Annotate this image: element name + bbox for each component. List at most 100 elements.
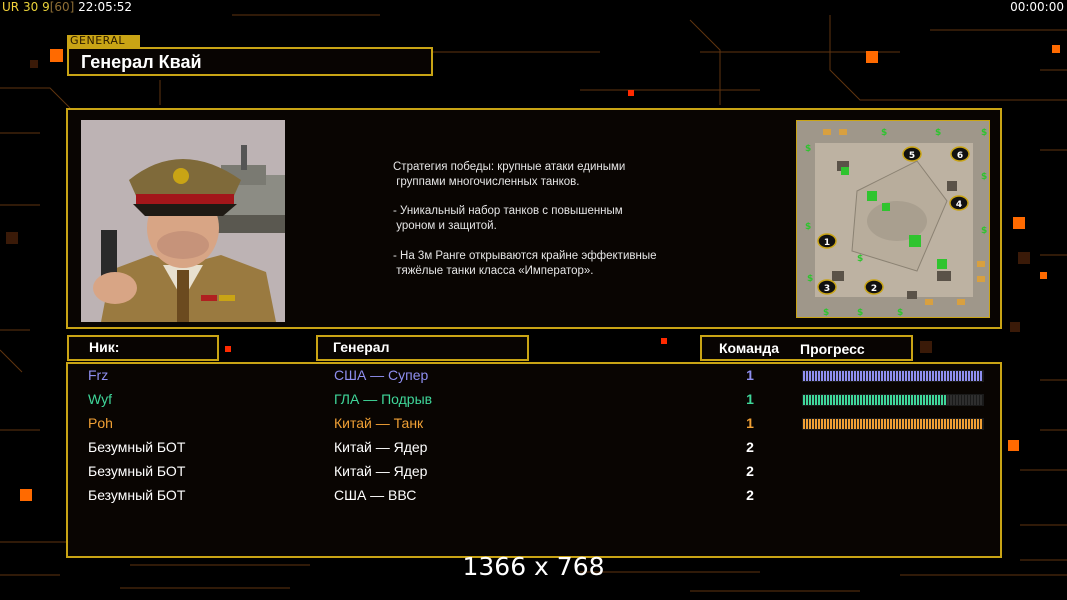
player-nick: Poh (88, 415, 113, 431)
progress-segment (941, 395, 943, 405)
general-portrait (81, 120, 285, 322)
player-row: Poh Китай — Танк 1 (68, 413, 998, 435)
progress-segment (962, 395, 964, 405)
minimap-start-2: 2 (871, 284, 877, 294)
progress-segment (953, 395, 955, 405)
progress-segment (971, 395, 973, 405)
progress-segment (890, 395, 892, 405)
general-info-panel: Стратегия победы: крупные атаки едиными … (66, 108, 1002, 329)
svg-text:$: $ (981, 172, 987, 182)
progress-segment (965, 419, 967, 429)
progress-segment (923, 371, 925, 381)
progress-segment (935, 371, 937, 381)
progress-segment (932, 395, 934, 405)
progress-segment (926, 419, 928, 429)
svg-text:$: $ (857, 308, 863, 318)
progress-segment (914, 395, 916, 405)
progress-segment (926, 395, 928, 405)
progress-segment (833, 371, 835, 381)
player-general: США — Супер (334, 367, 429, 383)
progress-segment (824, 419, 826, 429)
progress-segment (839, 371, 841, 381)
progress-segment (875, 419, 877, 429)
progress-segment (890, 371, 892, 381)
progress-segment (887, 419, 889, 429)
progress-segment (860, 371, 862, 381)
svg-text:$: $ (805, 222, 811, 232)
minimap-start-5: 5 (909, 151, 915, 161)
svg-text:$: $ (935, 128, 941, 138)
progress-segment (902, 419, 904, 429)
player-team: 2 (746, 487, 754, 503)
status-value-1: 30 (22, 0, 39, 14)
progress-segment (878, 371, 880, 381)
progress-segment (959, 395, 961, 405)
progress-segment (929, 371, 931, 381)
progress-segment (929, 395, 931, 405)
progress-segment (896, 371, 898, 381)
player-general: Китай — Ядер (334, 463, 428, 479)
progress-segment (857, 371, 859, 381)
progress-segment (980, 395, 982, 405)
progress-segment (920, 419, 922, 429)
progress-segment (836, 419, 838, 429)
progress-segment (833, 419, 835, 429)
status-ur: UR (2, 0, 20, 14)
player-team: 2 (746, 463, 754, 479)
progress-segment (821, 419, 823, 429)
progress-segment (965, 371, 967, 381)
progress-segment (872, 419, 874, 429)
progress-segment (932, 419, 934, 429)
progress-segment (803, 419, 805, 429)
svg-text:$: $ (897, 308, 903, 318)
general-name: Генерал Квай (81, 52, 202, 72)
progress-segment (947, 371, 949, 381)
progress-segment (959, 371, 961, 381)
resolution-label: 1366 x 768 (462, 552, 605, 581)
progress-segment (803, 395, 805, 405)
svg-text:$: $ (807, 274, 813, 284)
progress-segment (848, 395, 850, 405)
progress-segment (854, 371, 856, 381)
progress-segment (920, 395, 922, 405)
progress-segment (869, 419, 871, 429)
progress-segment (827, 371, 829, 381)
progress-segment (818, 371, 820, 381)
progress-segment (830, 419, 832, 429)
progress-segment (806, 395, 808, 405)
progress-segment (941, 419, 943, 429)
progress-segment (836, 371, 838, 381)
progress-segment (968, 395, 970, 405)
minimap[interactable]: $ $ $ $ $ $ $ $ $ $ $ $ 1 2 3 4 5 6 (796, 120, 990, 318)
progress-segment (854, 419, 856, 429)
svg-text:$: $ (981, 226, 987, 236)
minimap-start-6: 6 (957, 151, 963, 161)
progress-segment (812, 419, 814, 429)
progress-segment (950, 371, 952, 381)
progress-segment (911, 395, 913, 405)
progress-segment (944, 371, 946, 381)
progress-segment (887, 395, 889, 405)
progress-segment (980, 419, 982, 429)
progress-segment (899, 395, 901, 405)
progress-segment (920, 371, 922, 381)
svg-text:$: $ (823, 308, 829, 318)
progress-segment (965, 395, 967, 405)
progress-segment (875, 395, 877, 405)
player-team: 2 (746, 439, 754, 455)
minimap-image: $ $ $ $ $ $ $ $ $ $ $ $ 1 2 3 4 5 6 (797, 121, 989, 318)
progress-segment (842, 419, 844, 429)
progress-segment (857, 419, 859, 429)
progress-segment (908, 371, 910, 381)
progress-segment (854, 395, 856, 405)
progress-segment (818, 419, 820, 429)
progress-segment (884, 419, 886, 429)
progress-segment (962, 371, 964, 381)
progress-segment (905, 395, 907, 405)
progress-segment (827, 395, 829, 405)
progress-segment (878, 395, 880, 405)
progress-segment (809, 371, 811, 381)
progress-segment (956, 371, 958, 381)
progress-segment (875, 371, 877, 381)
progress-segment (869, 371, 871, 381)
